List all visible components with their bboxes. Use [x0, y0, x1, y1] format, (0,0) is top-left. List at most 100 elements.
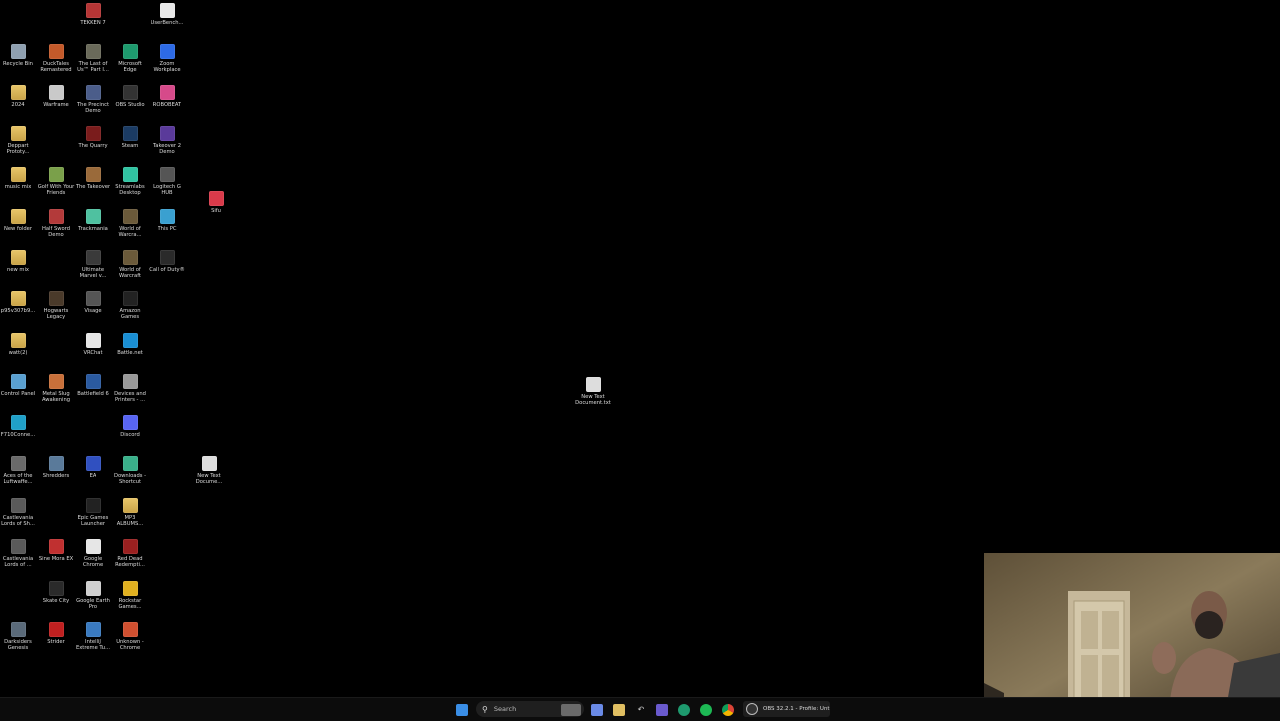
desktop-icon-ducktales[interactable]: DuckTales Remastered: [37, 44, 75, 73]
desktop-icon-trackmania[interactable]: Trackmania: [74, 209, 112, 232]
desktop-icon-tekken[interactable]: TEKKEN 7: [74, 3, 112, 26]
desktop-icon-warframe[interactable]: Warframe: [37, 85, 75, 108]
desktop-icon-folder[interactable]: New folder: [0, 209, 37, 232]
desktop-icon-zoom[interactable]: Zoom Workplace: [148, 44, 186, 73]
desktop-icon-text-file[interactable]: New Text Document.txt: [574, 377, 612, 406]
desktop-icon-darksiders[interactable]: Darksiders Genesis: [0, 622, 37, 651]
desktop-icon-label: Unknown - Chrome: [116, 639, 144, 652]
desktop-icon-tlou[interactable]: The Last of Us™ Part I...: [74, 44, 112, 73]
obs-taskbar-item[interactable]: OBS 32.2.1 - Profile: Unt: [743, 701, 830, 717]
desktop-icon-label: OBS Studio: [115, 102, 145, 108]
desktop-icon-label: New folder: [3, 226, 33, 232]
tlou-icon: [85, 44, 101, 59]
folder-icon: [10, 85, 26, 100]
spotify-button[interactable]: [699, 702, 713, 717]
desktop-icon-label: World of Warcraft: [119, 267, 141, 280]
desktop-icon-rockstar[interactable]: Rockstar Games...: [111, 581, 149, 610]
desktop-icon-chrome[interactable]: Google Chrome: [74, 539, 112, 568]
desktop-icon-downloads-folder[interactable]: Downloads - Shortcut: [111, 456, 149, 485]
desktop-icon-castlevania[interactable]: Castlevania Lords of Sh...: [0, 498, 37, 527]
desktop-icon-wow-classic[interactable]: World of Warcraft: [111, 250, 149, 279]
folder-icon: [10, 167, 26, 182]
desktop-icon-battlenet[interactable]: Battle.net: [111, 333, 149, 356]
file-explorer-button[interactable]: [612, 702, 626, 717]
desktop-icon-google-earth[interactable]: Google Earth Pro: [74, 581, 112, 610]
desktop-icon-recycle-bin[interactable]: Recycle Bin: [0, 44, 37, 67]
desktop-icon-this-pc[interactable]: This PC: [148, 209, 186, 232]
desktop-icon-half-sword[interactable]: Half Sword Demo: [37, 209, 75, 238]
desktop-icon-takeover2[interactable]: Takeover 2 Demo: [148, 126, 186, 155]
hogwarts-icon: [48, 291, 64, 306]
desktop-icon-metal-slug[interactable]: Metal Slug Awakening: [37, 374, 75, 403]
desktop-icon-label: Warframe: [43, 102, 69, 108]
desktop-icon-label: Ultimate Marvel v...: [79, 267, 107, 280]
desktop-icon-amazon-games[interactable]: Amazon Games: [111, 291, 149, 320]
arrow-icon: ↶: [637, 704, 645, 714]
desktop-icon-epic[interactable]: Epic Games Launcher: [74, 498, 112, 527]
desktop-icon-printer[interactable]: Devices and Printers - ...: [111, 374, 149, 403]
desktop-icon-streamlabs[interactable]: Streamlabs Desktop: [111, 167, 149, 196]
desktop-icon-label: Sifu: [211, 208, 221, 214]
metal-slug-icon: [48, 374, 64, 389]
desktop-icon-label: VRChat: [83, 350, 103, 356]
desktop-icon-label: Devices and Printers - ...: [114, 391, 146, 404]
desktop-icon-aces[interactable]: Aces of the Luftwaffe...: [0, 456, 37, 485]
desktop-icon-quarry[interactable]: The Quarry: [74, 126, 112, 149]
desktop-icon-ghub[interactable]: Logitech G HUB: [148, 167, 186, 196]
desktop-icon-marvel[interactable]: Ultimate Marvel v...: [74, 250, 112, 279]
desktop-icon-folder[interactable]: watt(2): [0, 333, 37, 356]
control-panel-icon: [10, 374, 26, 389]
desktop-icon-label: ROBOBEAT: [152, 102, 182, 108]
desktop-icon-userbenchmark[interactable]: UserBench...: [148, 3, 186, 26]
desktop-icon-label: TEKKEN 7: [80, 20, 106, 26]
desktop-icon-golf[interactable]: Golf With Your Friends: [37, 167, 75, 196]
desktop-icon-steam[interactable]: Steam: [111, 126, 149, 149]
desktop-icon-edge[interactable]: Microsoft Edge: [111, 44, 149, 73]
desktop-icon-sifu[interactable]: Sifu: [197, 191, 235, 214]
trackmania-icon: [85, 209, 101, 224]
chrome-button[interactable]: [721, 702, 735, 717]
copilot-button[interactable]: [590, 702, 604, 717]
widgets-button[interactable]: [560, 702, 582, 717]
desktop-icon-skate-city[interactable]: Skate City: [37, 581, 75, 604]
desktop-icon-control-panel[interactable]: Control Panel: [0, 374, 37, 397]
teams-icon: [656, 703, 668, 716]
desktop-icon-wow[interactable]: World of Warcra...: [111, 209, 149, 238]
desktop-icon-text-file[interactable]: New Text Docume...: [190, 456, 228, 485]
desktop-icon-sine-mora[interactable]: Sine Mora EX: [37, 539, 75, 562]
desktop-icon-discord[interactable]: Discord: [111, 415, 149, 438]
desktop-icon-folder[interactable]: MP3 ALBUMS...: [111, 498, 149, 527]
desktop-icon-obs[interactable]: OBS Studio: [111, 85, 149, 108]
desktop-icon-visage[interactable]: Visage: [74, 291, 112, 314]
obs-window-label: OBS 32.2.1 - Profile: Unt: [763, 706, 830, 712]
desktop-icon-folder[interactable]: new mix: [0, 250, 37, 273]
skate-city-icon: [48, 581, 64, 596]
desktop-icon-hogwarts[interactable]: Hogwarts Legacy: [37, 291, 75, 320]
battlenet-icon: [122, 333, 138, 348]
desktop-icon-label: Half Sword Demo: [41, 226, 71, 239]
desktop-icon-chrome-profile[interactable]: Unknown - Chrome: [111, 622, 149, 651]
desktop-icon-robobeat[interactable]: ROBOBEAT: [148, 85, 186, 108]
desktop-icon-logitech[interactable]: F710Conne...: [0, 415, 37, 438]
edge-button[interactable]: [677, 702, 691, 717]
desktop-icon-ea[interactable]: EA: [74, 456, 112, 479]
desktop-icon-vrchat[interactable]: VRChat: [74, 333, 112, 356]
this-pc-icon: [159, 209, 175, 224]
desktop-icon-folder[interactable]: p95v307b9...: [0, 291, 37, 314]
desktop-icon-folder[interactable]: 2024: [0, 85, 37, 108]
desktop-icon-folder[interactable]: music mix: [0, 167, 37, 190]
start-button[interactable]: [454, 702, 469, 717]
desktop-icon-intel[interactable]: IntelliJ Extreme Tu...: [74, 622, 112, 651]
desktop-icon-folder[interactable]: Deppart Prototy...: [0, 126, 37, 155]
desktop-icon-castlevania2[interactable]: Castlevania Lords of ...: [0, 539, 37, 568]
back-arrow-button[interactable]: ↶: [634, 702, 648, 717]
golf-icon: [48, 167, 64, 182]
desktop-icon-takeover[interactable]: The Takeover: [74, 167, 112, 190]
desktop-icon-precinct[interactable]: The Precinct Demo: [74, 85, 112, 114]
desktop-icon-battlefield[interactable]: Battlefield 6: [74, 374, 112, 397]
desktop-icon-rdr[interactable]: Red Dead Redempti...: [111, 539, 149, 568]
desktop-icon-cod[interactable]: Call of Duty®: [148, 250, 186, 273]
teams-button[interactable]: [655, 702, 669, 717]
desktop-icon-shredders[interactable]: Shredders: [37, 456, 75, 479]
desktop-icon-strider[interactable]: Strider: [37, 622, 75, 645]
